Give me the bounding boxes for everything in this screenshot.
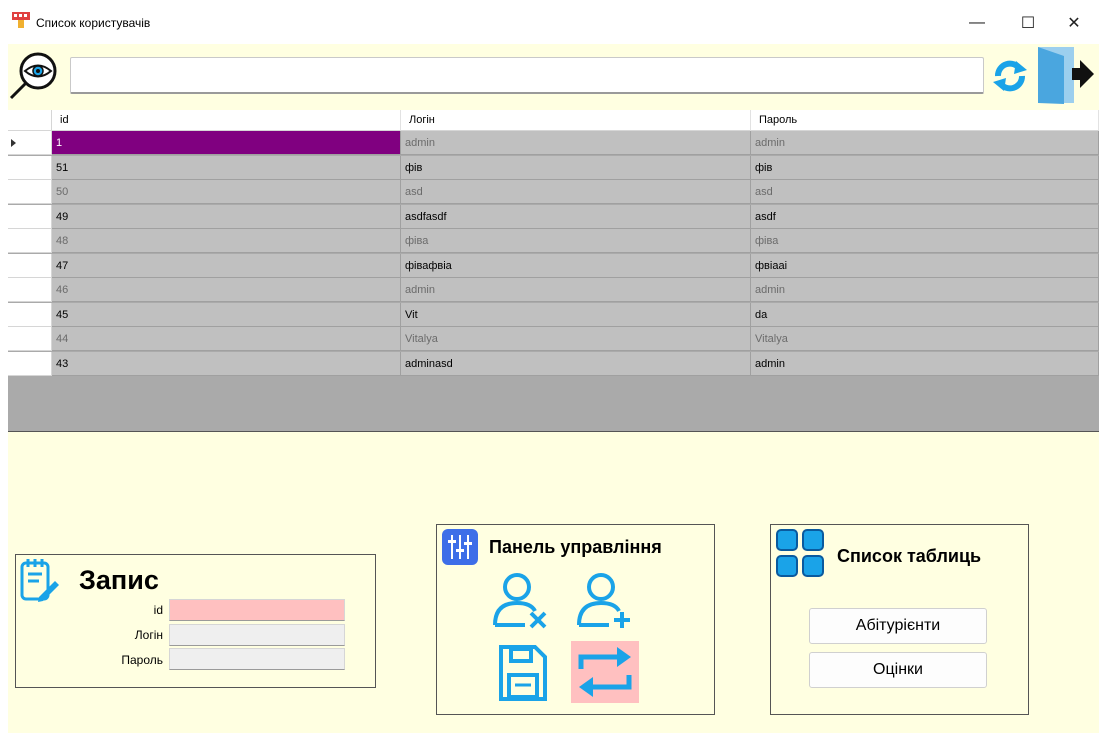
grid-header: id Логін Пароль [8, 110, 1099, 131]
cell-password[interactable]: asd [751, 180, 1099, 204]
cell-login[interactable]: admin [401, 131, 751, 155]
maximize-button[interactable]: ☐ [1005, 8, 1051, 38]
applicants-button[interactable]: Абітурієнти [809, 608, 987, 644]
login-label: Логін [134, 628, 163, 642]
login-field[interactable] [169, 624, 345, 646]
window-title: Список користувачів [36, 16, 151, 30]
row-header[interactable] [8, 351, 52, 376]
table-row[interactable]: 51 фів фів [52, 155, 1099, 180]
cell-id[interactable]: 43 [52, 351, 401, 376]
cell-login[interactable]: adminasd [401, 351, 751, 376]
title-bar: Список користувачів — ☐ ✕ [0, 0, 1099, 44]
cell-id[interactable]: 1 [52, 131, 401, 155]
exit-door-icon[interactable] [1036, 44, 1096, 106]
cell-login[interactable]: Vit [401, 302, 751, 327]
user-remove-icon[interactable] [487, 569, 555, 631]
cell-password[interactable]: da [751, 302, 1099, 327]
record-panel: Запис id Логін Пароль [15, 554, 376, 688]
cell-login[interactable]: фіва [401, 229, 751, 253]
column-header-password[interactable]: Пароль [751, 110, 1099, 131]
tables-panel: Список таблиць Абітурієнти Оцінки [770, 524, 1029, 715]
cell-password[interactable]: фіва [751, 229, 1099, 253]
minimize-button[interactable]: — [954, 8, 1000, 38]
row-header[interactable] [8, 204, 52, 229]
password-field[interactable] [169, 648, 345, 670]
cell-id[interactable]: 48 [52, 229, 401, 253]
grid-tiles-icon [776, 529, 824, 577]
cell-login[interactable]: Vitalya [401, 327, 751, 351]
tables-title: Список таблиць [837, 546, 982, 566]
column-header-id[interactable]: id [52, 110, 401, 131]
user-add-icon[interactable] [571, 569, 639, 631]
cell-password[interactable]: Vitalya [751, 327, 1099, 351]
cell-login[interactable]: asdfasdf [401, 204, 751, 229]
cell-login[interactable]: фівафвіа [401, 253, 751, 278]
table-row[interactable]: 48 фіва фіва [52, 229, 1099, 253]
column-header-login[interactable]: Логін [401, 110, 751, 131]
password-label: Пароль [121, 653, 163, 667]
save-disk-icon[interactable] [489, 643, 557, 705]
cell-password[interactable]: admin [751, 131, 1099, 155]
table-row[interactable]: 1 admin admin [52, 131, 1099, 155]
cell-id[interactable]: 45 [52, 302, 401, 327]
table-row[interactable]: 47 фівафвіа фвіааі [52, 253, 1099, 278]
cell-password[interactable]: фів [751, 155, 1099, 180]
cell-login[interactable]: фів [401, 155, 751, 180]
row-header[interactable] [8, 253, 52, 278]
control-panel: Панель управління [436, 524, 715, 715]
refresh-icon[interactable] [990, 58, 1030, 94]
table-row[interactable]: 46 admin admin [52, 278, 1099, 302]
row-header[interactable] [8, 229, 52, 253]
edit-note-icon [20, 559, 59, 602]
cell-password[interactable]: фвіааі [751, 253, 1099, 278]
cell-login[interactable]: asd [401, 180, 751, 204]
row-header[interactable] [8, 327, 52, 351]
row-header[interactable] [8, 131, 52, 155]
table-row[interactable]: 44 Vitalya Vitalya [52, 327, 1099, 351]
cell-id[interactable]: 46 [52, 278, 401, 302]
row-header[interactable] [8, 278, 52, 302]
row-header[interactable] [8, 155, 52, 180]
cell-password[interactable]: admin [751, 278, 1099, 302]
control-panel-title: Панель управління [489, 537, 662, 557]
corner-header-cell [8, 110, 52, 131]
users-grid[interactable]: id Логін Пароль 1 admin admin 51 фів фів… [8, 110, 1099, 432]
magnifier-eye-icon[interactable] [8, 49, 60, 101]
cell-id[interactable]: 50 [52, 180, 401, 204]
search-input[interactable] [70, 57, 984, 94]
cell-id[interactable]: 47 [52, 253, 401, 278]
record-title: Запис [79, 565, 159, 595]
cell-password[interactable]: asdf [751, 204, 1099, 229]
current-row-marker-icon [11, 139, 16, 147]
grades-button[interactable]: Оцінки [809, 652, 987, 688]
table-row[interactable]: 43 adminasd admin [52, 351, 1099, 376]
cell-login[interactable]: admin [401, 278, 751, 302]
table-row[interactable]: 49 asdfasdf asdf [52, 204, 1099, 229]
cell-password[interactable]: admin [751, 351, 1099, 376]
id-field[interactable] [169, 599, 345, 621]
cell-id[interactable]: 44 [52, 327, 401, 351]
row-header[interactable] [8, 180, 52, 204]
id-label: id [153, 603, 163, 617]
cell-id[interactable]: 51 [52, 155, 401, 180]
table-row[interactable]: 50 asd asd [52, 180, 1099, 204]
app-icon [12, 12, 30, 28]
sliders-icon [442, 529, 478, 565]
row-header[interactable] [8, 302, 52, 327]
cell-id[interactable]: 49 [52, 204, 401, 229]
table-row[interactable]: 45 Vit da [52, 302, 1099, 327]
swap-arrows-icon[interactable] [571, 641, 639, 703]
close-button[interactable]: ✕ [1051, 8, 1097, 38]
